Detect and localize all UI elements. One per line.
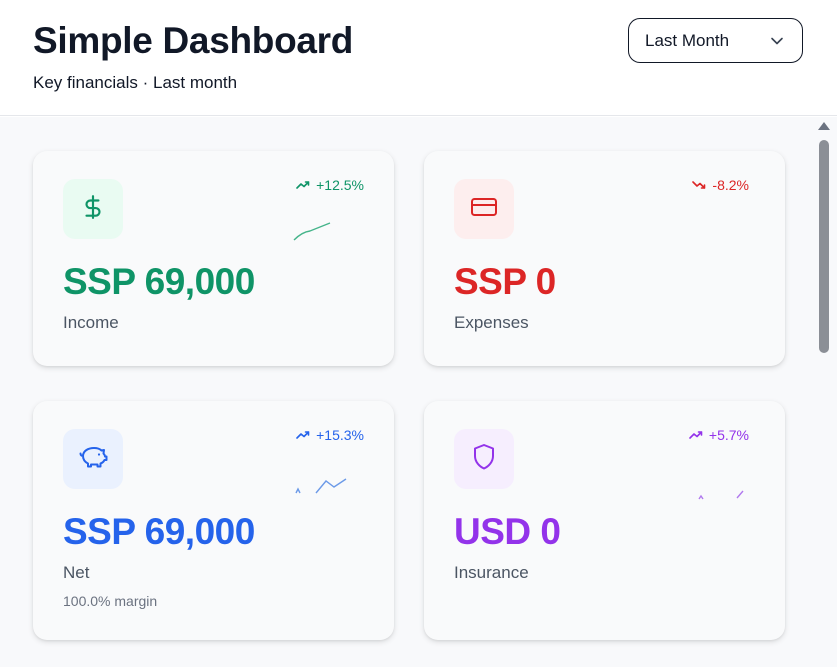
insurance-sparkline bbox=[698, 490, 744, 500]
insurance-icon-box bbox=[454, 429, 514, 489]
net-trend-value: +15.3% bbox=[316, 427, 364, 443]
expenses-trend: -8.2% bbox=[692, 177, 749, 193]
insurance-trend-value: +5.7% bbox=[708, 427, 749, 443]
shield-icon bbox=[472, 443, 496, 476]
dashboard-header: Simple Dashboard Key financials · Last m… bbox=[0, 0, 837, 116]
period-select-value: Last Month bbox=[645, 30, 730, 50]
income-value: SSP 69,000 bbox=[63, 261, 255, 302]
expenses-value: SSP 0 bbox=[454, 261, 556, 302]
insurance-card: +5.7% USD 0 Insurance bbox=[424, 401, 785, 640]
scrollbar-thumb[interactable] bbox=[819, 140, 829, 353]
expenses-icon-box bbox=[454, 179, 514, 239]
net-value: SSP 69,000 bbox=[63, 511, 255, 552]
income-label: Income bbox=[63, 313, 119, 332]
expenses-trend-value: -8.2% bbox=[712, 177, 749, 193]
net-trend: +15.3% bbox=[296, 427, 364, 443]
trending-down-icon bbox=[692, 177, 706, 193]
insurance-trend: +5.7% bbox=[689, 427, 749, 443]
expenses-card: -8.2% SSP 0 Expenses bbox=[424, 151, 785, 366]
trending-up-icon bbox=[296, 427, 310, 443]
income-trend: +12.5% bbox=[296, 177, 364, 193]
income-sparkline bbox=[293, 222, 331, 241]
page-subtitle: Key financials · Last month bbox=[33, 73, 238, 92]
income-icon-box bbox=[63, 179, 123, 239]
income-card: +12.5% SSP 69,000 Income bbox=[33, 151, 394, 366]
page-title: Simple Dashboard bbox=[33, 20, 354, 61]
period-select[interactable]: Last Month bbox=[628, 18, 803, 63]
net-card: +15.3% SSP 69,000 Net 100.0% margin bbox=[33, 401, 394, 640]
insurance-value: USD 0 bbox=[454, 511, 561, 552]
net-sparkline bbox=[295, 478, 347, 494]
net-margin: 100.0% margin bbox=[63, 593, 158, 609]
scroll-up-arrow[interactable] bbox=[818, 122, 830, 130]
dollar-icon bbox=[80, 194, 106, 225]
dashboard-content: +12.5% SSP 69,000 Income -8.2% SSP 0 Exp… bbox=[0, 117, 837, 667]
net-label: Net bbox=[63, 563, 90, 582]
piggy-bank-icon bbox=[78, 444, 108, 475]
net-icon-box bbox=[63, 429, 123, 489]
trending-up-icon bbox=[689, 427, 703, 443]
income-trend-value: +12.5% bbox=[316, 177, 364, 193]
expenses-label: Expenses bbox=[454, 313, 529, 332]
insurance-label: Insurance bbox=[454, 563, 529, 582]
trending-up-icon bbox=[296, 177, 310, 193]
credit-card-icon bbox=[470, 195, 498, 224]
chevron-down-icon bbox=[770, 34, 784, 48]
